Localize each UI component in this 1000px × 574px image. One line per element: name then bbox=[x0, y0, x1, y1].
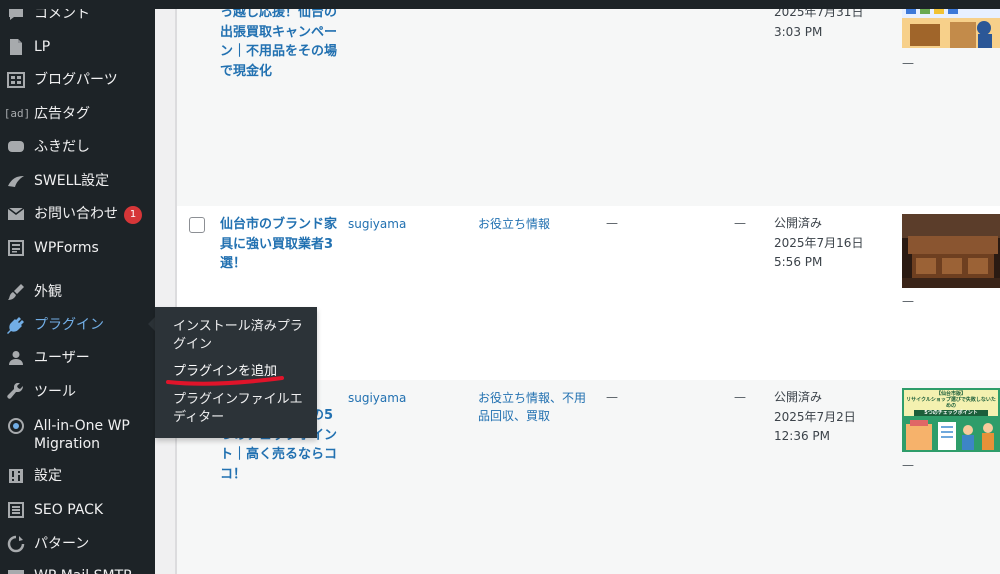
list-icon bbox=[6, 500, 26, 520]
grid-icon bbox=[6, 70, 26, 90]
sidebar-item-label: SWELL設定 bbox=[34, 173, 110, 189]
post-status: 公開済み bbox=[774, 216, 823, 230]
red-underline-annotation bbox=[166, 376, 284, 386]
post-date-time: 3:03 PM bbox=[774, 24, 823, 39]
sidebar-item-wpmail[interactable]: WP Mail SMTP bbox=[0, 566, 155, 574]
submenu-installed-plugins[interactable]: インストール済みプラグイン bbox=[173, 318, 311, 354]
settings-icon bbox=[6, 466, 26, 486]
post-thumbnail[interactable]: 【仙台市版】 リサイクルショップ選びで失敗しないための 5つのチェックポイント bbox=[902, 388, 1000, 452]
post-comments: — bbox=[734, 390, 746, 404]
post-title-link[interactable]: っ越し応援！仙台の出張買取キャンペーン｜不用品をその場で現金化 bbox=[220, 3, 338, 81]
post-comments: — bbox=[734, 216, 746, 230]
post-date-time: 5:56 PM bbox=[774, 255, 823, 269]
sidebar-item-label: WP Mail SMTP bbox=[34, 566, 155, 574]
post-status: 公開済み bbox=[774, 390, 823, 404]
post-date: 公開済み 2025年7月16日 5:56 PM bbox=[774, 214, 884, 273]
post-date-time: 12:36 PM bbox=[774, 429, 830, 443]
table-row: っ越し応援！仙台の出張買取キャンペーン｜不用品をその場で現金化 2025年7月3… bbox=[177, 0, 1000, 206]
sidebar-item-contact[interactable]: お問い合わせ 1 bbox=[0, 204, 155, 224]
thumbnail-note: — bbox=[902, 458, 914, 472]
sidebar-item-appearance[interactable]: 外観 bbox=[0, 282, 155, 302]
row-checkbox[interactable] bbox=[189, 217, 205, 233]
pattern-icon bbox=[6, 534, 26, 554]
wrench-icon bbox=[6, 382, 26, 402]
form-icon bbox=[6, 238, 26, 258]
sidebar-item-label: ツール bbox=[34, 384, 76, 400]
sidebar-item-wpforms[interactable]: WPForms bbox=[0, 238, 155, 258]
admin-bar bbox=[0, 0, 1000, 9]
ad-icon: [ad] bbox=[3, 107, 31, 120]
submenu-plugin-file-editor[interactable]: プラグインファイルエディター bbox=[173, 391, 311, 427]
post-date-day: 2025年7月16日 bbox=[774, 235, 864, 250]
post-categories[interactable]: お役立ち情報 bbox=[478, 215, 588, 233]
sidebar-item-users[interactable]: ユーザー bbox=[0, 348, 155, 368]
post-thumbnail[interactable] bbox=[902, 214, 1000, 288]
sidebar-item-label: LP bbox=[34, 39, 51, 55]
brush-icon bbox=[6, 282, 26, 302]
posts-list: っ越し応援！仙台の出張買取キャンペーン｜不用品をその場で現金化 2025年7月3… bbox=[155, 0, 1000, 574]
sidebar-item-settings[interactable]: 設定 bbox=[0, 466, 155, 486]
mail-smtp-icon bbox=[6, 566, 26, 574]
sidebar-item-label: 設定 bbox=[34, 468, 62, 484]
sidebar-item-swell[interactable]: SWELL設定 bbox=[0, 171, 155, 191]
thumbnail-note: — bbox=[902, 294, 914, 308]
swell-wave-icon bbox=[6, 171, 26, 191]
page-icon bbox=[6, 37, 26, 57]
notification-badge: 1 bbox=[124, 206, 142, 224]
sidebar-item-label: 外観 bbox=[34, 284, 62, 300]
sidebar-item-aio[interactable]: All-in-One WP Migration bbox=[0, 416, 155, 453]
post-author-link[interactable]: sugiyama bbox=[348, 389, 406, 407]
sidebar-item-label: 広告タグ bbox=[34, 106, 90, 122]
thumbnail-caption: 【仙台市版】 リサイクルショップ選びで失敗しないための 5つのチェックポイント bbox=[904, 390, 998, 416]
post-author-link[interactable]: sugiyama bbox=[348, 215, 406, 233]
sidebar-item-pattern[interactable]: パターン bbox=[0, 534, 155, 554]
sidebar-item-seopack[interactable]: SEO PACK bbox=[0, 500, 155, 520]
sidebar-item-plugins[interactable]: プラグイン bbox=[0, 315, 155, 335]
sidebar-item-label: WPForms bbox=[34, 240, 99, 256]
sidebar-item-label: お問い合わせ bbox=[34, 206, 118, 222]
sidebar-item-label: ユーザー bbox=[34, 350, 90, 366]
sidebar-item-label: ふきだし bbox=[34, 139, 90, 155]
speech-bubble-icon bbox=[6, 137, 26, 157]
post-title-link[interactable]: 仙台市のブランド家具に強い買取業者3選！ bbox=[220, 215, 338, 274]
mail-icon bbox=[6, 204, 26, 224]
user-icon bbox=[6, 348, 26, 368]
sidebar-item-fukidashi[interactable]: ふきだし bbox=[0, 137, 155, 157]
post-date-day: 2025年7月2日 bbox=[774, 409, 856, 424]
sidebar-item-label: ブログパーツ bbox=[34, 72, 118, 88]
sidebar-item-label: All-in-One WP Migration bbox=[34, 418, 130, 452]
migration-icon bbox=[6, 416, 26, 436]
post-tags: — bbox=[606, 390, 618, 404]
plugin-icon bbox=[6, 315, 26, 335]
sidebar-item-blog-parts[interactable]: ブログパーツ bbox=[0, 70, 155, 90]
sidebar-item-label: プラグイン bbox=[34, 317, 104, 333]
sidebar-item-ad-tag[interactable]: [ad] 広告タグ bbox=[0, 104, 155, 124]
post-tags: — bbox=[606, 216, 618, 230]
sidebar-item-label: SEO PACK bbox=[34, 502, 104, 518]
sidebar-item-label: パターン bbox=[34, 536, 90, 552]
table-left-border bbox=[175, 0, 177, 574]
sidebar-item-lp[interactable]: LP bbox=[0, 37, 155, 57]
thumbnail-note: — bbox=[902, 56, 914, 70]
sidebar-item-tools[interactable]: ツール bbox=[0, 382, 155, 402]
admin-sidebar: コメント LP ブログパーツ [ad] 広告タグ ふきだし SWELL設定 お問… bbox=[0, 0, 155, 574]
post-categories[interactable]: お役立ち情報、不用品回収、買取 bbox=[478, 389, 588, 425]
post-date: 公開済み 2025年7月2日 12:36 PM bbox=[774, 388, 884, 447]
